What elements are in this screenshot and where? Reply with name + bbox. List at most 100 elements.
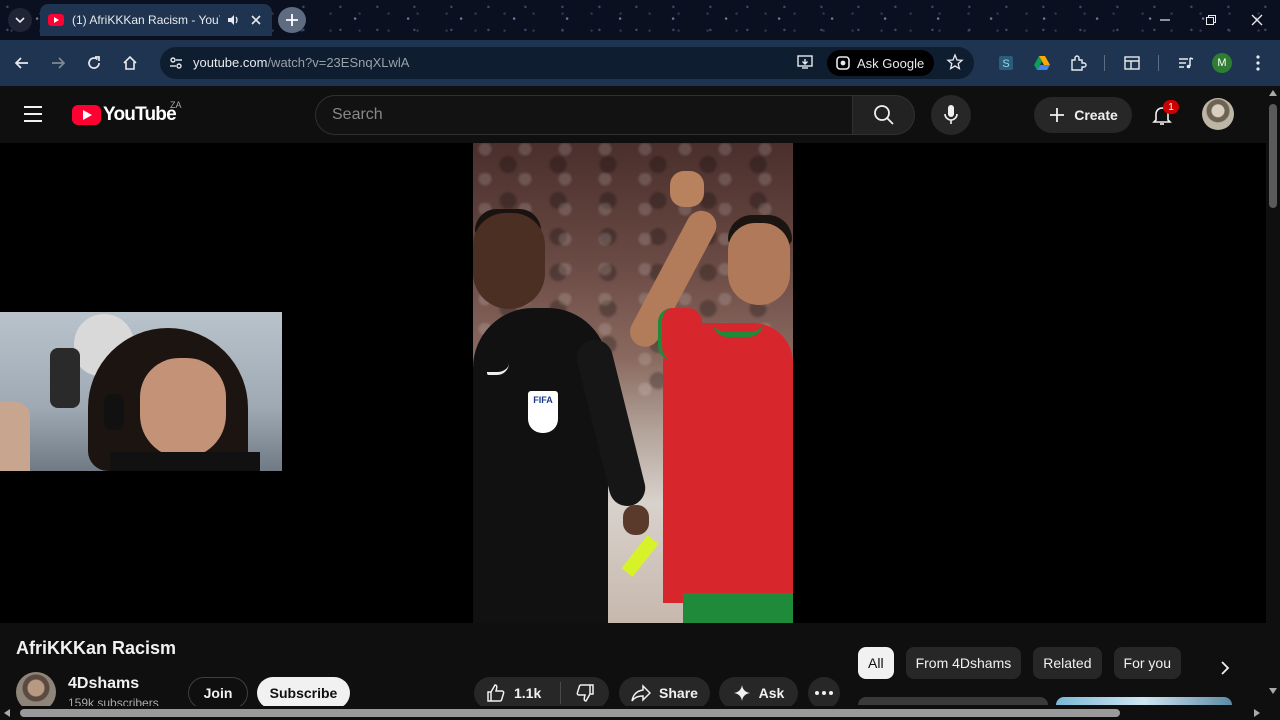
- site-info-button[interactable]: [164, 51, 188, 75]
- url-host: youtube.com: [193, 55, 268, 70]
- arrow-left-icon: [14, 57, 28, 69]
- recommendation-thumbnail[interactable]: [1056, 697, 1232, 705]
- tab-search-button[interactable]: [8, 8, 32, 32]
- recommendation-thumbnail[interactable]: [858, 697, 1048, 705]
- logo-text: YouTube: [103, 104, 177, 125]
- chip-for-you[interactable]: For you: [1113, 647, 1181, 679]
- horizontal-scrollbar[interactable]: [0, 706, 1266, 720]
- scroll-up-arrow-icon[interactable]: [1269, 90, 1277, 96]
- webcam-edge-figure: [0, 402, 30, 471]
- search-button[interactable]: [852, 95, 915, 135]
- url-text[interactable]: youtube.com/watch?v=23ESnqXLwlA: [193, 55, 409, 70]
- youtube-logo[interactable]: YouTube ZA: [72, 100, 182, 126]
- google-drive-icon[interactable]: [1030, 51, 1054, 75]
- voice-search-button[interactable]: [931, 95, 971, 135]
- minimize-button[interactable]: [1153, 8, 1177, 32]
- streamer-shirt: [110, 452, 260, 471]
- horizontal-scroll-thumb[interactable]: [20, 709, 1120, 717]
- referee-head: [473, 213, 545, 309]
- country-code: ZA: [170, 100, 182, 110]
- new-tab-button[interactable]: [278, 7, 306, 33]
- ask-google-label: Ask Google: [857, 55, 925, 71]
- vertical-scroll-thumb[interactable]: [1269, 104, 1277, 208]
- restore-button[interactable]: [1199, 8, 1223, 32]
- youtube-masthead: YouTube ZA Create 1: [0, 86, 1266, 143]
- share-icon: [631, 684, 652, 702]
- scroll-left-arrow-icon[interactable]: [4, 709, 10, 717]
- vertical-scrollbar[interactable]: [1266, 86, 1280, 706]
- home-button[interactable]: [118, 51, 142, 75]
- tune-icon: [170, 57, 182, 69]
- forward-button[interactable]: [46, 51, 70, 75]
- share-label: Share: [659, 685, 698, 701]
- address-bar[interactable]: youtube.com/watch?v=23ESnqXLwlA Ask Goog…: [160, 47, 974, 79]
- reload-button[interactable]: [82, 51, 106, 75]
- restore-icon: [1206, 15, 1216, 25]
- chevron-down-icon: [15, 17, 25, 24]
- tab-close-icon[interactable]: [250, 14, 262, 26]
- scroll-down-arrow-icon[interactable]: [1269, 688, 1277, 694]
- player-head: [728, 223, 790, 305]
- plus-icon: [1050, 108, 1065, 122]
- tab-title: (1) AfriKKKan Racism - YouTube: [72, 13, 220, 27]
- youtube-favicon-icon: [48, 14, 64, 26]
- like-button[interactable]: 1.1k: [474, 677, 560, 709]
- channel-name[interactable]: 4Dshams: [68, 675, 139, 693]
- share-button[interactable]: Share: [619, 677, 710, 709]
- notification-badge: 1: [1163, 100, 1179, 114]
- plus-icon: [286, 14, 298, 26]
- guide-menu-button[interactable]: [24, 102, 48, 126]
- back-button[interactable]: [10, 51, 34, 75]
- account-avatar[interactable]: [1202, 98, 1234, 130]
- browser-menu-button[interactable]: [1246, 51, 1270, 75]
- notifications-button[interactable]: 1: [1145, 98, 1179, 132]
- dislike-button[interactable]: [561, 677, 609, 709]
- scroll-right-arrow-icon[interactable]: [1254, 709, 1260, 717]
- create-label: Create: [1074, 107, 1118, 123]
- create-button[interactable]: Create: [1034, 97, 1132, 133]
- fifa-referee-badge: FIFA: [528, 391, 558, 433]
- jersey-collar: [713, 323, 763, 337]
- chips-next-button[interactable]: [1210, 653, 1240, 683]
- extensions-puzzle-icon[interactable]: [1066, 51, 1090, 75]
- thumbs-down-icon: [576, 684, 594, 702]
- ask-google-button[interactable]: Ask Google: [827, 50, 935, 76]
- svg-text:S: S: [1002, 58, 1009, 70]
- install-app-icon[interactable]: [796, 53, 814, 71]
- bookmark-star-icon[interactable]: [946, 53, 964, 71]
- streamer-face: [140, 358, 226, 458]
- toolbar-separator: [1158, 55, 1159, 71]
- chip-related[interactable]: Related: [1033, 647, 1102, 679]
- speaker-icon[interactable]: [226, 13, 240, 27]
- youtube-play-icon: [72, 105, 101, 125]
- raised-fist: [670, 171, 704, 207]
- red-jersey-player: [663, 323, 793, 603]
- browser-tab-active[interactable]: (1) AfriKKKan Racism - YouTube: [40, 4, 272, 36]
- search-box: [315, 95, 853, 135]
- media-controls-icon[interactable]: [1174, 51, 1198, 75]
- search-input[interactable]: [316, 96, 852, 134]
- minimize-icon: [1160, 19, 1170, 21]
- browser-profile-avatar[interactable]: M: [1212, 53, 1232, 73]
- chevron-right-icon: [1221, 661, 1230, 675]
- extension-s-icon[interactable]: S: [994, 51, 1018, 75]
- webcam-overlay: [0, 312, 282, 471]
- browser-tabstrip: (1) AfriKKKan Racism - YouTube: [0, 0, 1280, 40]
- thumbs-up-icon: [487, 684, 505, 702]
- more-actions-button[interactable]: [808, 677, 840, 709]
- video-player[interactable]: FIFA: [0, 143, 1266, 623]
- join-button[interactable]: Join: [188, 677, 248, 709]
- like-dislike-group: 1.1k: [474, 677, 609, 709]
- chip-all[interactable]: All: [858, 647, 894, 679]
- like-count: 1.1k: [514, 685, 542, 701]
- green-shorts: [683, 593, 793, 623]
- ask-button[interactable]: Ask: [719, 677, 798, 709]
- search-icon: [873, 105, 894, 125]
- split-view-icon[interactable]: [1120, 51, 1144, 75]
- close-window-button[interactable]: [1245, 8, 1269, 32]
- video-title: AfriKKKan Racism: [16, 638, 177, 658]
- subscribe-button[interactable]: Subscribe: [257, 677, 350, 709]
- video-frame[interactable]: FIFA: [473, 143, 793, 623]
- chip-from-channel[interactable]: From 4Dshams: [905, 647, 1022, 679]
- microphone-icon: [944, 105, 958, 124]
